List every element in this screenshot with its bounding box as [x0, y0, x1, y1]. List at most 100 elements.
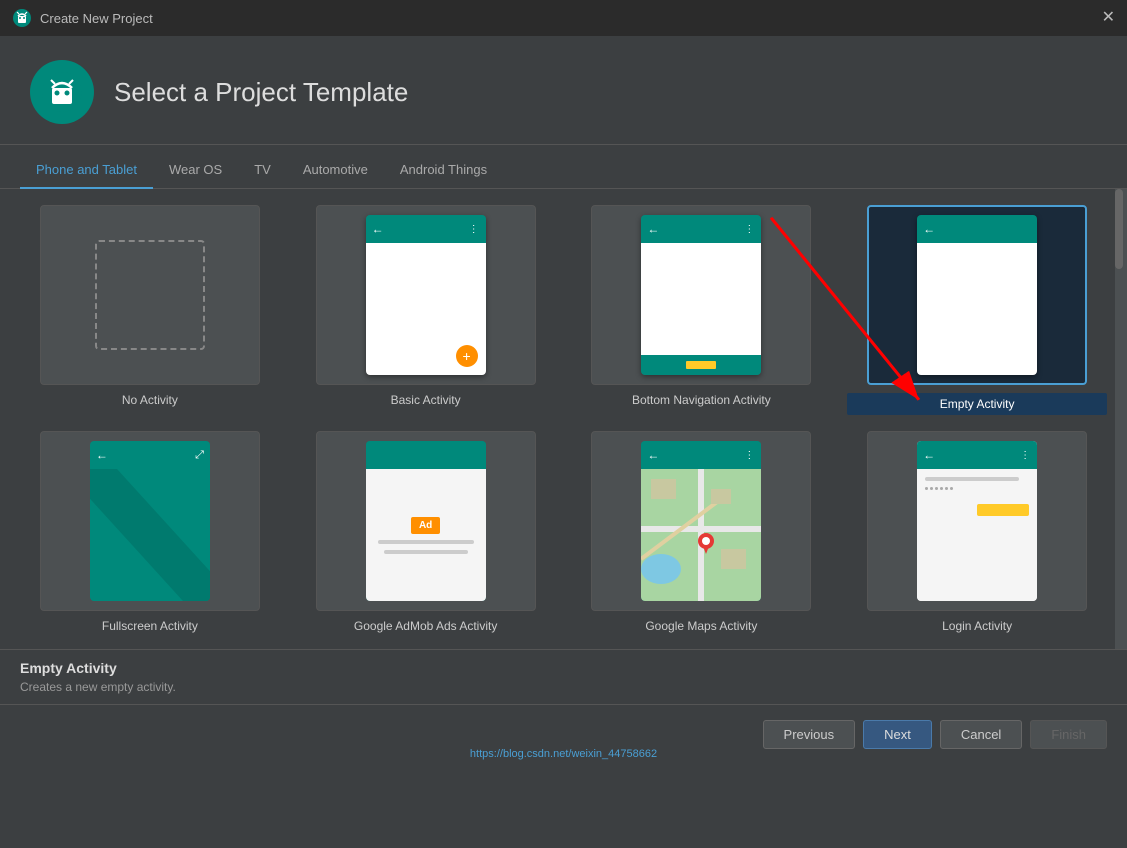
login-mockup: ← ⋮ — [917, 441, 1037, 601]
menu-icon5: ⋮ — [744, 450, 755, 461]
no-activity-box — [95, 240, 205, 350]
dot6 — [950, 487, 953, 490]
map-visual — [641, 469, 761, 601]
template-no-activity-label: No Activity — [122, 393, 178, 407]
bottom-nav-toolbar: ← ⋮ — [641, 215, 761, 243]
templates-grid: No Activity ← ⋮ + Basic Activity — [20, 205, 1107, 633]
close-button[interactable]: ✕ — [1102, 10, 1115, 26]
ad-line2 — [384, 550, 468, 554]
template-login-preview: ← ⋮ — [867, 431, 1087, 611]
template-maps-label: Google Maps Activity — [645, 619, 757, 633]
header: Select a Project Template — [0, 36, 1127, 145]
template-admob[interactable]: Ad Google AdMob Ads Activity — [296, 431, 556, 633]
template-empty-activity-preview: ← — [867, 205, 1087, 385]
login-toolbar: ← ⋮ — [917, 441, 1037, 469]
menu-icon: ⋮ — [469, 224, 480, 235]
expand-icon: ⤢ — [195, 449, 204, 462]
basic-activity-mockup: ← ⋮ + — [366, 215, 486, 375]
fullscreen-body — [90, 469, 210, 601]
login-button — [977, 504, 1029, 516]
template-bottom-nav[interactable]: ← ⋮ Bottom Navigation Activity — [572, 205, 832, 415]
back-icon4: ← — [96, 448, 108, 462]
template-basic-activity[interactable]: ← ⋮ + Basic Activity — [296, 205, 556, 415]
template-admob-label: Google AdMob Ads Activity — [354, 619, 497, 633]
bottom-nav-mockup: ← ⋮ — [641, 215, 761, 375]
footer-link[interactable]: https://blog.csdn.net/weixin_44758662 — [470, 748, 657, 760]
bottom-nav-bar — [641, 355, 761, 375]
login-field1 — [925, 477, 1019, 481]
title-bar-left: Create New Project — [12, 8, 153, 28]
template-admob-preview: Ad — [316, 431, 536, 611]
menu-icon2: ⋮ — [744, 224, 755, 235]
bottom-info: Empty Activity Creates a new empty activ… — [0, 649, 1127, 704]
bottom-nav-body — [641, 243, 761, 355]
finish-button[interactable]: Finish — [1030, 720, 1107, 749]
dot1 — [925, 487, 928, 490]
tab-bar: Phone and Tablet Wear OS TV Automotive A… — [0, 145, 1127, 189]
templates-area: No Activity ← ⋮ + Basic Activity — [0, 189, 1127, 649]
maps-body — [641, 469, 761, 601]
template-fullscreen[interactable]: ← ⤢ Fullscreen Activity — [20, 431, 280, 633]
page-title: Select a Project Template — [114, 77, 408, 108]
dot4 — [940, 487, 943, 490]
admob-mockup: Ad — [366, 441, 486, 601]
menu-icon6: ⋮ — [1020, 450, 1031, 461]
dot5 — [945, 487, 948, 490]
tab-android-things[interactable]: Android Things — [384, 152, 503, 189]
fullscreen-mockup: ← ⤢ — [90, 441, 210, 601]
previous-button[interactable]: Previous — [763, 720, 856, 749]
ad-badge: Ad — [411, 517, 440, 534]
title-bar-title: Create New Project — [40, 11, 153, 26]
maps-toolbar: ← ⋮ — [641, 441, 761, 469]
template-fullscreen-label: Fullscreen Activity — [102, 619, 198, 633]
template-bottom-nav-preview: ← ⋮ — [591, 205, 811, 385]
template-maps[interactable]: ← ⋮ — [572, 431, 832, 633]
back-icon: ← — [372, 222, 384, 236]
ad-line1 — [378, 540, 474, 544]
back-icon2: ← — [647, 222, 659, 236]
cancel-button[interactable]: Cancel — [940, 720, 1022, 749]
template-login-label: Login Activity — [942, 619, 1012, 633]
android-studio-icon — [30, 60, 94, 124]
template-maps-preview: ← ⋮ — [591, 431, 811, 611]
basic-activity-body: + — [366, 243, 486, 375]
footer: https://blog.csdn.net/weixin_44758662 Pr… — [0, 704, 1127, 764]
template-fullscreen-preview: ← ⤢ — [40, 431, 260, 611]
back-icon5: ← — [647, 448, 659, 462]
empty-activity-toolbar: ← — [917, 215, 1037, 243]
tab-tv[interactable]: TV — [238, 152, 287, 189]
admob-toolbar — [366, 441, 486, 469]
template-basic-activity-preview: ← ⋮ + — [316, 205, 536, 385]
dot2 — [930, 487, 933, 490]
basic-activity-toolbar: ← ⋮ — [366, 215, 486, 243]
template-empty-activity-label: Empty Activity — [847, 393, 1107, 415]
tab-automotive[interactable]: Automotive — [287, 152, 384, 189]
back-icon6: ← — [923, 448, 935, 462]
selected-template-description: Creates a new empty activity. — [20, 680, 1107, 694]
login-body — [917, 469, 1037, 601]
login-dots — [925, 487, 1029, 490]
diagonal-decoration — [90, 469, 210, 601]
next-button[interactable]: Next — [863, 720, 932, 749]
template-no-activity[interactable]: No Activity — [20, 205, 280, 415]
empty-activity-mockup: ← — [917, 215, 1037, 375]
fab-button: + — [456, 345, 478, 367]
scrollbar[interactable] — [1115, 189, 1127, 649]
nav-item — [686, 361, 716, 369]
template-no-activity-preview — [40, 205, 260, 385]
tab-phone-tablet[interactable]: Phone and Tablet — [20, 152, 153, 189]
empty-activity-body — [917, 243, 1037, 375]
tab-wear-os[interactable]: Wear OS — [153, 152, 238, 189]
title-bar: Create New Project ✕ — [0, 0, 1127, 36]
back-icon3: ← — [923, 222, 935, 236]
template-basic-activity-label: Basic Activity — [391, 393, 461, 407]
selected-template-title: Empty Activity — [20, 660, 1107, 676]
template-empty-activity[interactable]: ← Empty Activity — [847, 205, 1107, 415]
maps-mockup: ← ⋮ — [641, 441, 761, 601]
template-login[interactable]: ← ⋮ — [847, 431, 1107, 633]
admob-body: Ad — [366, 469, 486, 601]
scrollbar-thumb — [1115, 189, 1123, 269]
dot3 — [935, 487, 938, 490]
fullscreen-toolbar: ← ⤢ — [90, 441, 210, 469]
android-logo-icon — [12, 8, 32, 28]
